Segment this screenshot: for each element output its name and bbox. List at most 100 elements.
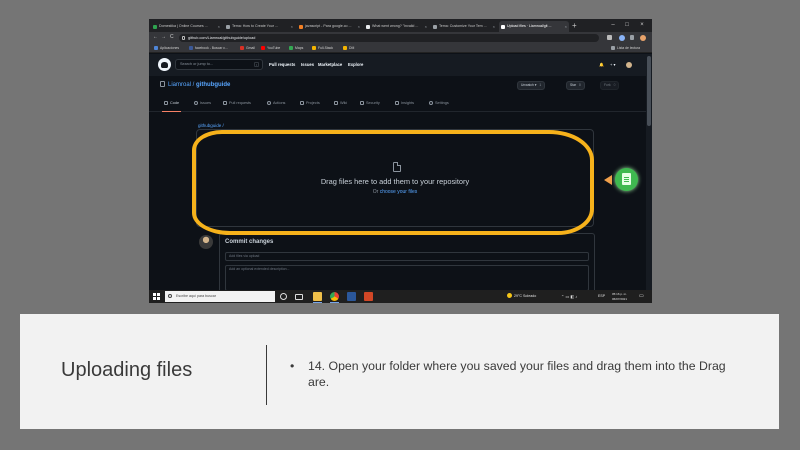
tab-insights[interactable]: Insights bbox=[395, 99, 414, 107]
tab-projects[interactable]: Projects bbox=[300, 99, 320, 107]
search-icon bbox=[168, 294, 172, 298]
tab-favicon-icon bbox=[433, 24, 437, 29]
new-tab-button[interactable]: + bbox=[572, 20, 577, 32]
commit-description-input[interactable]: Add an optional extended description... bbox=[225, 265, 589, 291]
commit-summary-input[interactable]: Add files via upload bbox=[225, 252, 589, 261]
instruction-text: 14. Open your folder where you saved you… bbox=[308, 359, 726, 389]
code-icon bbox=[164, 100, 168, 105]
arrow-pointer-icon bbox=[604, 175, 612, 185]
github-search-input[interactable]: Search or jump to... / bbox=[175, 59, 263, 70]
file-explorer-icon[interactable] bbox=[313, 292, 322, 303]
unwatch-button[interactable]: Unwatch ▾ 1 bbox=[517, 81, 546, 90]
create-new-menu[interactable]: + ▾ bbox=[610, 54, 615, 76]
bookmark-item[interactable]: Gmail bbox=[240, 43, 255, 53]
instruction-bullet: • 14. Open your folder where you saved y… bbox=[290, 358, 740, 390]
user-avatar[interactable] bbox=[626, 62, 632, 68]
chrome-icon[interactable] bbox=[330, 292, 339, 303]
breadcrumb[interactable]: githubguide / bbox=[198, 123, 224, 128]
committer-avatar bbox=[199, 235, 213, 249]
system-tray-icons[interactable]: ⌃ ▭ ◧ ♪ bbox=[561, 290, 577, 303]
fork-button[interactable]: Fork 0 bbox=[600, 81, 620, 90]
browser-tab-active[interactable]: Upload files · Liamroal/git ... × bbox=[499, 21, 569, 32]
tab-security[interactable]: Security bbox=[360, 99, 380, 107]
bookmark-item[interactable]: Aplicaciones bbox=[154, 43, 179, 53]
windows-start-icon[interactable] bbox=[153, 293, 160, 300]
notifications-icon[interactable]: ▭ bbox=[639, 290, 644, 303]
browser-tab[interactable]: Tema: How to Create Your ... × bbox=[224, 21, 295, 32]
reload-button[interactable]: C bbox=[170, 32, 174, 43]
bookmark-item[interactable]: Maps bbox=[289, 43, 303, 53]
scrollbar-thumb[interactable] bbox=[647, 56, 651, 126]
close-tab-icon[interactable]: × bbox=[425, 21, 427, 32]
bell-icon[interactable]: 🔔 bbox=[599, 54, 604, 76]
drag-area-highlight bbox=[192, 130, 594, 235]
address-bar: ← → C github.com/Liamroal/githubguide/up… bbox=[149, 32, 652, 43]
taskbar-search-input[interactable]: Escribe aquí para buscar bbox=[165, 291, 275, 302]
tab-issues[interactable]: Issues bbox=[194, 99, 211, 107]
actions-icon bbox=[267, 100, 271, 105]
taskbar-clock[interactable]: 05:16 p. m. 06/07/2021 bbox=[612, 292, 627, 301]
apps-icon bbox=[154, 46, 158, 50]
github-logo-icon[interactable] bbox=[158, 58, 171, 71]
repo-name-link[interactable]: githubguide bbox=[196, 82, 230, 88]
weather-widget[interactable]: 29°C Soleado bbox=[507, 290, 536, 303]
bookmark-item[interactable]: facebook - Buscar c... bbox=[189, 43, 228, 53]
slide-title: Uploading files bbox=[61, 359, 193, 381]
browser-tab[interactable]: Domestika | Online Courses ... × bbox=[151, 21, 222, 32]
dragged-file-icon bbox=[615, 168, 638, 191]
tab-favicon-icon bbox=[299, 24, 303, 29]
profile-avatar[interactable] bbox=[640, 34, 646, 41]
nav-marketplace[interactable]: Marketplace bbox=[318, 54, 342, 76]
bookmark-item[interactable]: DM bbox=[343, 43, 354, 53]
tab-favicon-icon bbox=[366, 24, 370, 29]
tab-code[interactable]: Code bbox=[161, 99, 182, 112]
folder-icon bbox=[343, 46, 347, 50]
bookmark-item[interactable]: Full-Stack bbox=[312, 43, 333, 53]
forward-button[interactable]: → bbox=[161, 32, 166, 43]
minimize-button[interactable]: – bbox=[607, 19, 619, 32]
close-window-button[interactable]: × bbox=[636, 19, 648, 32]
repo-owner-link[interactable]: Liamroal bbox=[168, 82, 191, 88]
language-indicator[interactable]: ESP bbox=[598, 290, 605, 303]
nav-pull-requests[interactable]: Pull requests bbox=[269, 54, 295, 76]
reading-list[interactable]: Lista de lectura bbox=[611, 43, 640, 53]
browser-tab-bar: Domestika | Online Courses ... × Tema: Ho… bbox=[149, 19, 652, 32]
browser-tab[interactable]: Tema: Customize Your Tem ... × bbox=[431, 21, 497, 32]
close-tab-icon[interactable]: × bbox=[358, 21, 360, 32]
projects-icon bbox=[300, 100, 304, 105]
tab-pull-requests[interactable]: Pull requests bbox=[223, 99, 251, 107]
word-icon[interactable] bbox=[347, 292, 356, 301]
close-tab-icon[interactable]: × bbox=[218, 21, 220, 32]
bookmark-item[interactable]: YouTube bbox=[261, 43, 280, 53]
back-button[interactable]: ← bbox=[153, 32, 158, 43]
page-scrollbar[interactable] bbox=[646, 54, 652, 290]
nav-explore[interactable]: Explore bbox=[348, 54, 363, 76]
maximize-button[interactable]: □ bbox=[621, 19, 633, 32]
repo-header: Liamroal / githubguide Unwatch ▾ 1 Star 0 … bbox=[149, 76, 652, 112]
url-input[interactable]: github.com/Liamroal/githubguide/upload bbox=[179, 33, 599, 42]
gear-icon bbox=[429, 100, 433, 105]
browser-tab[interactable]: javascript - Para google.co ... × bbox=[297, 21, 362, 32]
shield-icon bbox=[360, 100, 364, 105]
tab-settings[interactable]: Settings bbox=[429, 99, 449, 107]
repo-book-icon bbox=[160, 81, 165, 87]
star-button[interactable]: Star 0 bbox=[566, 81, 585, 90]
windows-taskbar: Escribe aquí para buscar 29°C Soleado ⌃ … bbox=[149, 290, 652, 303]
browser-tab[interactable]: What went wrong? "Invalid ... × bbox=[364, 21, 429, 32]
document-icon bbox=[622, 173, 631, 185]
close-tab-icon[interactable]: × bbox=[493, 21, 495, 32]
powerpoint-icon[interactable] bbox=[364, 292, 373, 301]
extension-icon[interactable] bbox=[619, 34, 625, 41]
nav-issues[interactable]: Issues bbox=[301, 54, 314, 76]
task-view-icon[interactable] bbox=[295, 293, 303, 300]
repo-title: Liamroal / githubguide bbox=[160, 81, 230, 89]
tab-wiki[interactable]: Wiki bbox=[334, 99, 347, 107]
lock-icon bbox=[182, 35, 185, 40]
wiki-book-icon bbox=[334, 100, 338, 105]
cortana-icon[interactable] bbox=[280, 293, 287, 300]
tab-actions[interactable]: Actions bbox=[267, 99, 285, 107]
star-bookmark-icon[interactable] bbox=[607, 35, 612, 40]
close-tab-icon[interactable]: × bbox=[565, 21, 567, 32]
puzzle-icon[interactable] bbox=[630, 35, 634, 40]
close-tab-icon[interactable]: × bbox=[291, 21, 293, 32]
